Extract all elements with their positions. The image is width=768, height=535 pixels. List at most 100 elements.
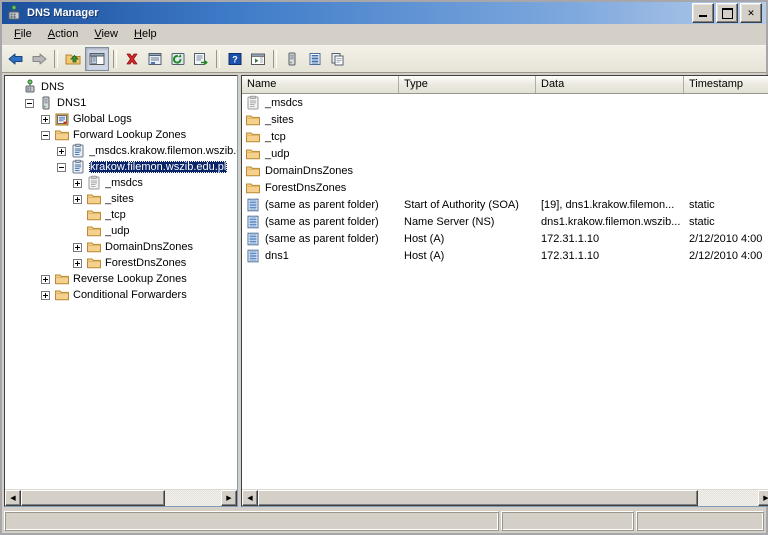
tree-node-msdcs-krakow-filemon-wszib-e[interactable]: _msdcs.krakow.filemon.wszib.e <box>7 143 237 159</box>
list-scroll-track[interactable] <box>258 490 758 506</box>
cell-name-label: _tcp <box>265 130 286 143</box>
tree-scroll-right-button[interactable]: ▶ <box>221 490 237 506</box>
tree-node-forestdnszones[interactable]: ForestDnsZones <box>7 255 237 271</box>
list-view-body[interactable]: _msdcs _sites _tcp _udp DomainDnsZones Forest… <box>242 94 768 489</box>
tree-horizontal-scrollbar[interactable]: ◀ ▶ <box>5 489 237 506</box>
cell-name-label: dns1 <box>265 249 289 262</box>
cell-type: Host (A) <box>404 232 445 245</box>
cell-type: Host (A) <box>404 249 445 262</box>
cell-name-label: _sites <box>265 113 294 126</box>
show-detail-pane-icon[interactable] <box>247 48 269 70</box>
tree-node-label: DNS <box>41 81 65 93</box>
export-list-icon[interactable] <box>190 48 212 70</box>
zone-gray-icon <box>86 175 102 191</box>
table-row[interactable]: (same as parent folder) Start of Authorit… <box>242 196 768 213</box>
expand-node-icon[interactable] <box>73 258 82 268</box>
table-row[interactable]: (same as parent folder) Name Server (NS) d… <box>242 213 768 230</box>
tree-node-tcp[interactable]: _tcp <box>7 207 237 223</box>
folder-icon <box>245 112 261 128</box>
console-tree-viewport[interactable]: DNS DNS1 Global Logs Forward Lookup Zones _m… <box>5 76 237 489</box>
back-icon[interactable] <box>5 48 27 70</box>
tree-scroll-thumb[interactable] <box>21 490 165 506</box>
menu-help[interactable]: Help <box>126 26 165 42</box>
tree-node-label: _sites <box>105 193 134 205</box>
up-one-level-icon[interactable] <box>62 48 84 70</box>
folder-icon <box>86 239 102 255</box>
column-header-type[interactable]: Type <box>399 76 536 93</box>
properties-icon[interactable] <box>144 48 166 70</box>
table-row[interactable]: _msdcs <box>242 94 768 111</box>
menu-help-label: elp <box>141 28 157 40</box>
maximize-button[interactable] <box>716 3 738 23</box>
collapse-node-icon[interactable] <box>57 162 66 172</box>
list-scroll-right-button[interactable]: ▶ <box>758 490 768 506</box>
folder-icon <box>245 163 261 179</box>
expand-node-icon[interactable] <box>73 242 82 252</box>
tree-node-conditional-forwarders[interactable]: Conditional Forwarders <box>7 287 237 303</box>
list-scroll-left-button[interactable]: ◀ <box>242 490 258 506</box>
menu-action[interactable]: Action <box>40 26 87 42</box>
list-scroll-thumb[interactable] <box>258 490 698 506</box>
column-header-data[interactable]: Data <box>536 76 684 93</box>
record-icon <box>245 231 261 247</box>
list-horizontal-scrollbar[interactable]: ◀ ▶ <box>242 489 768 506</box>
forward-icon[interactable] <box>28 48 50 70</box>
status-secondary <box>501 511 634 531</box>
help-icon[interactable]: ? <box>224 48 246 70</box>
expand-node-icon[interactable] <box>41 274 50 284</box>
toolbar-separator-4 <box>273 50 277 68</box>
copy-icon[interactable] <box>327 48 349 70</box>
table-row[interactable]: _tcp <box>242 128 768 145</box>
menu-file[interactable]: File <box>6 26 40 42</box>
tree-node-krakow-filemon-wszib-edu-pl[interactable]: krakow.filemon.wszib.edu.pl <box>7 159 237 175</box>
cell-type: Name Server (NS) <box>404 215 495 228</box>
cell-type: Start of Authority (SOA) <box>404 198 519 211</box>
tree-node-forward-lookup-zones[interactable]: Forward Lookup Zones <box>7 127 237 143</box>
folder-icon <box>86 223 102 239</box>
table-row[interactable]: _sites <box>242 111 768 128</box>
tree-node-reverse-lookup-zones[interactable]: Reverse Lookup Zones <box>7 271 237 287</box>
cell-name: _udp <box>242 146 399 162</box>
expand-node-icon[interactable] <box>57 146 66 156</box>
folder-icon <box>245 180 261 196</box>
tree-node-domaindnszones[interactable]: DomainDnsZones <box>7 239 237 255</box>
toolbar-separator-1 <box>54 50 58 68</box>
tree-node-global-logs[interactable]: Global Logs <box>7 111 237 127</box>
cell-data: 172.31.1.10 <box>541 249 600 262</box>
cell-name: (same as parent folder) <box>242 197 399 213</box>
new-server-icon[interactable] <box>281 48 303 70</box>
table-row[interactable]: dns1 Host (A) 172.31.1.10 2/12/2010 4:00 <box>242 247 768 264</box>
table-row[interactable]: ForestDnsZones <box>242 179 768 196</box>
collapse-node-icon[interactable] <box>25 98 34 108</box>
tree-node-dns1[interactable]: DNS1 <box>7 95 237 111</box>
tree-node-label: Global Logs <box>73 113 132 125</box>
tree-scroll-left-button[interactable]: ◀ <box>5 490 21 506</box>
tree-node-msdcs[interactable]: _msdcs <box>7 175 237 191</box>
menu-bar: File Action View Help <box>2 24 766 45</box>
tree-scroll-track[interactable] <box>21 490 221 506</box>
window-controls: ✕ <box>692 3 764 23</box>
expand-node-icon[interactable] <box>41 114 50 124</box>
expand-node-icon[interactable] <box>73 178 82 188</box>
delete-icon[interactable] <box>121 48 143 70</box>
minimize-button[interactable] <box>692 3 714 23</box>
refresh-icon[interactable] <box>167 48 189 70</box>
table-row[interactable]: (same as parent folder) Host (A) 172.31.1.… <box>242 230 768 247</box>
column-header-timestamp[interactable]: Timestamp <box>684 76 768 93</box>
column-header-name[interactable]: Name <box>242 76 399 93</box>
collapse-node-icon[interactable] <box>41 130 50 140</box>
expand-node-icon[interactable] <box>73 194 82 204</box>
tree-node-label: DomainDnsZones <box>105 241 194 253</box>
close-button[interactable]: ✕ <box>740 3 762 23</box>
new-zone-icon[interactable] <box>304 48 326 70</box>
tree-node-udp[interactable]: _udp <box>7 223 237 239</box>
table-row[interactable]: _udp <box>242 145 768 162</box>
show-hide-tree-icon[interactable] <box>85 47 109 71</box>
zone-icon <box>70 143 86 159</box>
tree-node-sites[interactable]: _sites <box>7 191 237 207</box>
table-row[interactable]: DomainDnsZones <box>242 162 768 179</box>
menu-view[interactable]: View <box>86 26 126 42</box>
tree-node-dns[interactable]: DNS <box>7 79 237 95</box>
expand-node-icon[interactable] <box>41 290 50 300</box>
tree-node-label: _udp <box>105 225 130 237</box>
